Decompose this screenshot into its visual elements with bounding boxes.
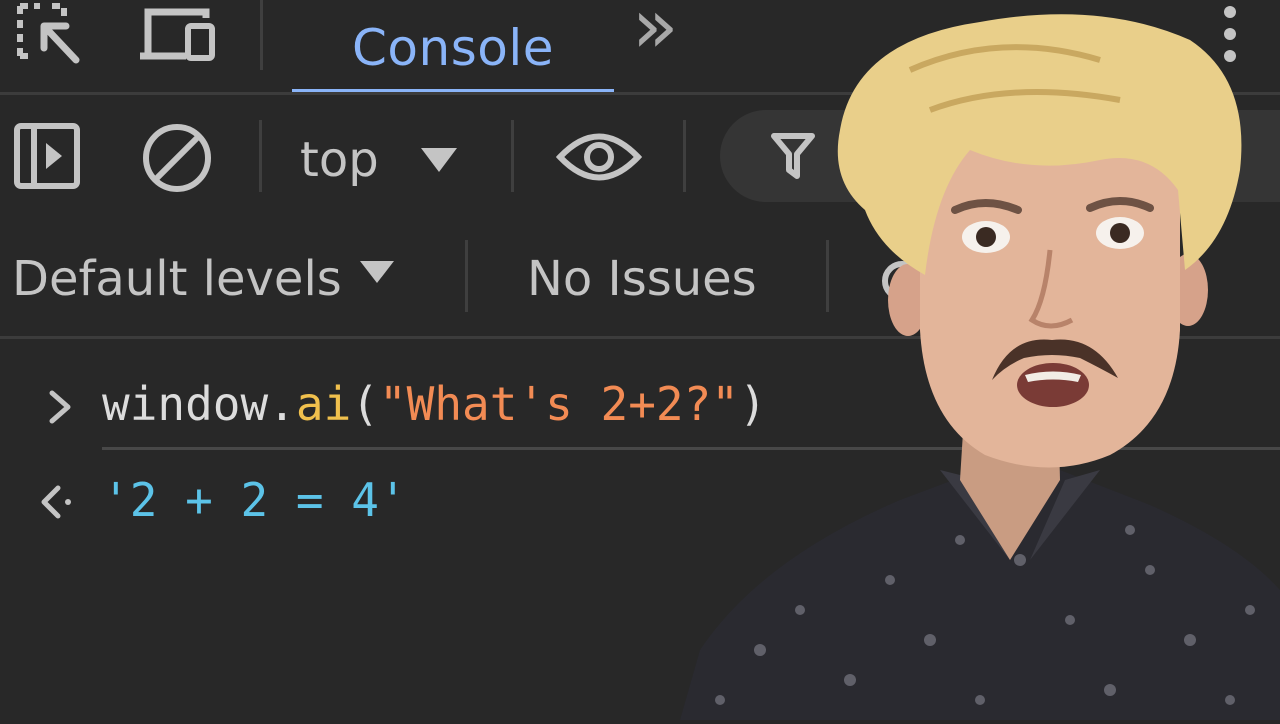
console-input-entry[interactable]: window. ai("What's 2+2?") xyxy=(102,372,767,436)
tabbar-divider xyxy=(260,0,263,70)
presenter-photo xyxy=(680,0,1280,720)
context-selector[interactable]: top xyxy=(300,120,457,200)
show-sidebar-icon[interactable] xyxy=(14,123,80,189)
input-object: window. xyxy=(102,377,296,431)
caret-down-icon xyxy=(359,261,394,283)
result-return-arrow-icon xyxy=(40,482,80,522)
device-toolbar-icon[interactable] xyxy=(138,4,218,64)
live-expression-eye-icon[interactable] xyxy=(555,130,643,184)
log-levels-dropdown[interactable]: Default levels xyxy=(12,240,394,318)
toolbar-divider xyxy=(511,120,514,192)
log-levels-label: Default levels xyxy=(12,251,342,307)
input-paren-open: ( xyxy=(351,377,379,431)
caret-down-icon xyxy=(420,148,457,172)
input-prompt-chevron-icon xyxy=(44,387,74,427)
toolbar-divider xyxy=(465,240,468,312)
context-selector-label: top xyxy=(300,132,379,188)
tab-console[interactable]: Console xyxy=(292,0,614,95)
tab-console-label: Console xyxy=(352,18,554,77)
console-output-result[interactable]: '2 + 2 = 4' xyxy=(102,468,407,532)
input-function: ai xyxy=(295,377,352,431)
clear-console-icon[interactable] xyxy=(141,122,213,194)
inspect-element-icon[interactable] xyxy=(14,2,82,66)
chevron-double-right-icon: » xyxy=(632,0,679,70)
result-value: '2 + 2 = 4' xyxy=(102,473,407,527)
toolbar-divider xyxy=(259,120,262,192)
